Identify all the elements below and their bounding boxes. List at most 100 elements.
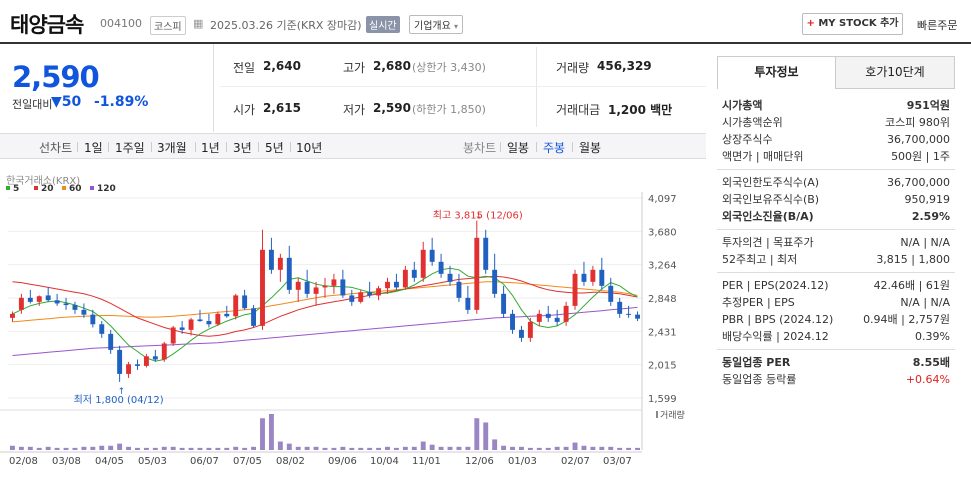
info-value: 2.59% [911, 210, 950, 223]
candle-body [331, 279, 337, 286]
candle-body [420, 249, 426, 278]
volume-bar [536, 447, 542, 450]
chart-toolbar: 선차트 1일 1주일 3개월 1년 3년 5년 10년 봉차트 일봉 주봉 월봉 [0, 133, 706, 159]
x-tick-label: 05/03 [138, 456, 167, 467]
candle-body [143, 356, 149, 366]
quick-order-link[interactable]: 빠른주문 [917, 17, 957, 33]
period-3y[interactable]: 3년 [233, 139, 252, 156]
info-label: 투자의견 | 목표주가 [722, 236, 814, 249]
x-tick-label: 03/08 [52, 456, 81, 467]
volume-bar [251, 446, 257, 450]
volume-bar [590, 446, 596, 450]
legend-swatch [90, 186, 94, 190]
candle-body [215, 313, 221, 325]
x-tick-label: 02/08 [9, 456, 38, 467]
info-label: 배당수익률 | 2024.12 [722, 330, 829, 343]
realtime-badge[interactable]: 실시간 [366, 16, 400, 33]
info-label: PER | EPS(2024.12) [722, 279, 829, 292]
candle-body [599, 269, 605, 286]
low-annotation: 최저 1,800 (04/12) [74, 394, 164, 406]
volume-bar [501, 445, 507, 450]
company-overview-button[interactable]: 기업개요 ▾ [409, 15, 464, 34]
prev-value: 2,640 [263, 59, 301, 73]
info-label: PBR | BPS (2024.12) [722, 313, 834, 326]
candle-body [54, 300, 60, 304]
volume-bar [599, 446, 605, 450]
candle-body [268, 249, 274, 270]
candle-body [608, 285, 614, 302]
line-chart-select[interactable]: 선차트 [39, 139, 72, 156]
period-5y[interactable]: 5년 [265, 139, 284, 156]
y-tick-label: 3,264 [648, 261, 677, 272]
period-1d[interactable]: 1일 [84, 139, 103, 156]
volume-label: 거래량 [660, 409, 685, 421]
candle-body [340, 279, 346, 296]
volume-bar [117, 443, 123, 450]
info-label: 추정PER | EPS [722, 296, 795, 309]
candle-body [81, 309, 87, 315]
volume-legend-swatch [656, 411, 658, 418]
volume-bar [260, 418, 265, 450]
candle-body [545, 313, 551, 318]
legend-label: 20 [41, 184, 54, 194]
y-tick-label: 3,680 [648, 227, 677, 238]
info-label: 외국인한도주식수(A) [722, 176, 820, 189]
type-monthly[interactable]: 월봉 [579, 139, 601, 156]
candle-body [206, 321, 212, 325]
x-tick-label: 12/06 [465, 456, 494, 467]
candle-body [447, 273, 453, 282]
candle-body [635, 314, 640, 319]
candle-chart-label[interactable]: 봉차트 [463, 139, 496, 156]
toolbar-sep [572, 142, 573, 152]
volume-bar [90, 446, 96, 450]
volume-bar [563, 446, 569, 450]
volume-bar [635, 447, 640, 450]
tab-order-book[interactable]: 호가10단계 [836, 56, 955, 89]
quote-date: 2025.03.26 기준(KRX 장마감) [210, 19, 362, 32]
volume-bar [10, 445, 15, 450]
volume-bar [81, 446, 87, 450]
volume-bar [483, 422, 489, 450]
info-value: 42.46배 | 61원 [873, 279, 950, 292]
info-value: N/A | N/A [900, 236, 950, 249]
down-arrow-icon: ↓ [475, 212, 483, 222]
side-panel: 투자정보 호가10단계 시가총액 951억원 시가총액순위 코스피 980위 상장주식수… [717, 56, 955, 388]
volume-bar [554, 446, 560, 450]
period-3m[interactable]: 3개월 [157, 139, 187, 156]
volume-bar [447, 446, 453, 450]
type-weekly[interactable]: 주봉 [543, 139, 565, 156]
candle-body [492, 269, 498, 294]
volume-bar [72, 447, 78, 450]
tab-invest-info[interactable]: 투자정보 [717, 56, 836, 89]
volume-bar [161, 446, 167, 450]
volume-bar [286, 443, 292, 450]
volume-bar [54, 447, 60, 450]
volume-bar [420, 441, 426, 450]
info-divider [717, 349, 955, 350]
candle-body [295, 281, 301, 290]
candle-body [358, 292, 364, 302]
my-stock-add-button[interactable]: + MY STOCK 추가 [802, 13, 903, 35]
candle-body [465, 297, 471, 310]
candle-body [45, 295, 51, 301]
x-tick-label: 07/05 [233, 456, 262, 467]
info-value: 8.55배 [912, 356, 950, 369]
volume-bar [492, 439, 498, 450]
candle-body [224, 313, 230, 317]
type-daily[interactable]: 일봉 [507, 139, 529, 156]
info-row: 동일업종 PER 8.55배 [717, 354, 955, 371]
volume-bar [608, 446, 614, 450]
candle-body [527, 321, 533, 338]
candle-body [501, 293, 507, 314]
info-label: 동일업종 PER [722, 356, 791, 369]
candle-body [36, 296, 42, 302]
x-tick-label: 01/03 [508, 456, 537, 467]
period-10y[interactable]: 10년 [296, 139, 322, 156]
candle-body [286, 257, 292, 290]
candle-body [367, 292, 373, 296]
period-1y[interactable]: 1년 [201, 139, 220, 156]
period-1w[interactable]: 1주일 [115, 139, 145, 156]
change-label: 전일대비 [12, 98, 53, 111]
y-tick-label: 1,599 [648, 394, 677, 405]
info-label: 52주최고 | 최저 [722, 253, 798, 266]
